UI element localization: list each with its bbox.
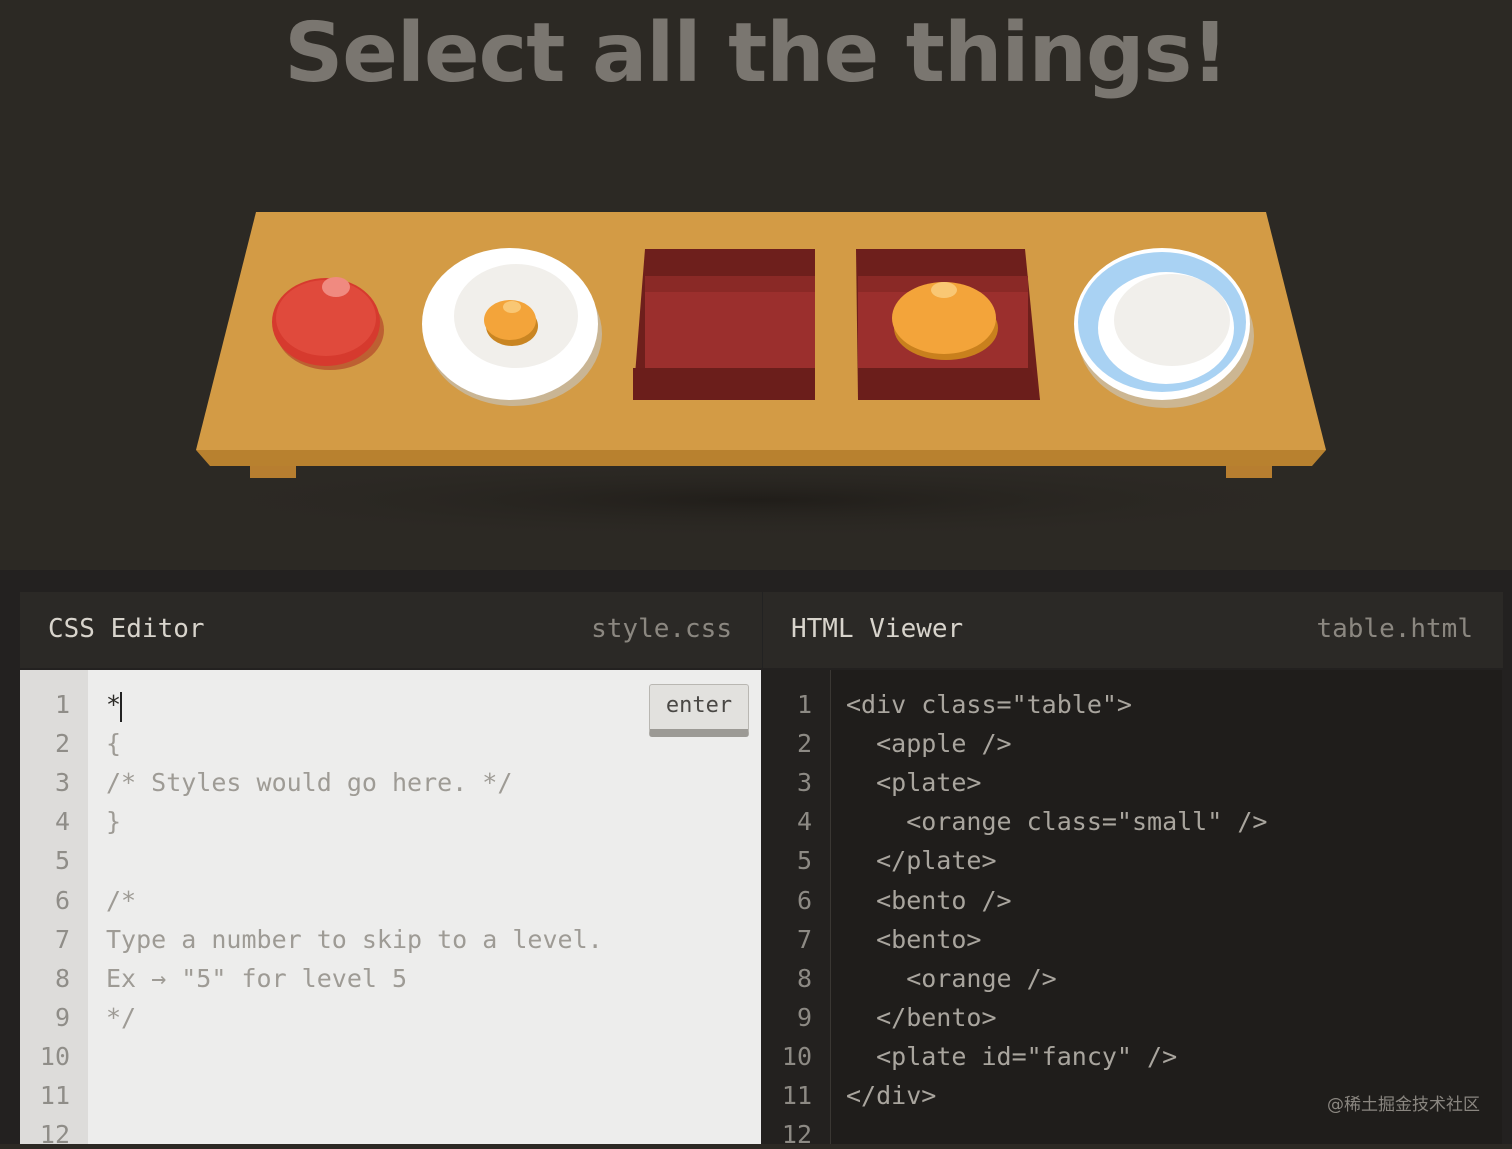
css-line-number: 10 <box>39 1042 70 1071</box>
html-line-number: 4 <box>796 807 812 836</box>
html-line-number: 3 <box>796 768 812 797</box>
css-line-number: 7 <box>54 925 70 954</box>
css-code-line: { <box>106 729 122 758</box>
css-code-line: */ <box>106 1003 137 1032</box>
text-cursor <box>120 692 122 722</box>
html-viewer-header: HTML Viewer table.html <box>762 592 1503 668</box>
html-line-number: 9 <box>796 1003 812 1032</box>
html-line-number: 2 <box>796 729 812 758</box>
html-line-number: 11 <box>781 1081 812 1110</box>
css-line-number: 12 <box>39 1120 70 1149</box>
game-scene <box>160 212 1360 540</box>
orange[interactable] <box>892 282 998 360</box>
css-line-number: 8 <box>54 964 70 993</box>
html-line-number: 7 <box>796 925 812 954</box>
css-editor-header: CSS Editor style.css <box>20 592 762 668</box>
html-code-line[interactable]: </plate> <box>846 846 996 875</box>
css-code-line: } <box>106 807 122 836</box>
css-line-number: 2 <box>54 729 70 758</box>
html-line-number: 8 <box>796 964 812 993</box>
enter-button[interactable]: enter <box>649 684 749 737</box>
html-line-number: 6 <box>796 886 812 915</box>
html-code-line[interactable]: <div class="table"> <box>846 690 1132 719</box>
css-line-number: 1 <box>54 690 70 719</box>
html-viewer-filename: table.html <box>1316 614 1473 644</box>
css-line-number: 3 <box>54 768 70 797</box>
html-code-line[interactable]: <bento> <box>846 925 981 954</box>
css-line-number: 6 <box>54 886 70 915</box>
html-line-number: 12 <box>781 1120 812 1149</box>
html-code-line[interactable]: </div> <box>846 1081 936 1110</box>
watermark: @稀土掘金技术社区 <box>1327 1095 1480 1115</box>
css-code-line: Ex → "5" for level 5 <box>106 964 408 993</box>
css-line-number: 11 <box>39 1081 70 1110</box>
html-code-line[interactable]: <plate> <box>846 768 981 797</box>
css-editor-title: CSS Editor <box>48 614 205 644</box>
table-shadow <box>160 460 1360 540</box>
html-viewer-title: HTML Viewer <box>791 614 964 644</box>
html-line-number: 5 <box>796 846 812 875</box>
html-code-line[interactable]: <orange class="small" /> <box>846 807 1267 836</box>
html-code-line[interactable]: <apple /> <box>846 729 1011 758</box>
html-line-number: 1 <box>796 690 812 719</box>
css-line-number: 9 <box>54 1003 70 1032</box>
css-selector-input[interactable]: * <box>106 690 121 719</box>
html-code-line[interactable]: <bento /> <box>846 886 1011 915</box>
css-editor-filename: style.css <box>591 614 732 644</box>
html-code-line[interactable]: <plate id="fancy" /> <box>846 1042 1177 1071</box>
css-line-number: 5 <box>54 846 70 875</box>
css-line-number: 4 <box>54 807 70 836</box>
css-code-line: /* <box>106 886 137 915</box>
html-code-line[interactable]: <orange /> <box>846 964 1057 993</box>
html-code-line[interactable]: </bento> <box>846 1003 996 1032</box>
css-code-line: Type a number to skip to a level. <box>106 925 603 954</box>
css-code-line: /* Styles would go here. */ <box>106 768 513 797</box>
bento-empty[interactable] <box>633 249 815 400</box>
html-line-number: 10 <box>781 1042 812 1071</box>
